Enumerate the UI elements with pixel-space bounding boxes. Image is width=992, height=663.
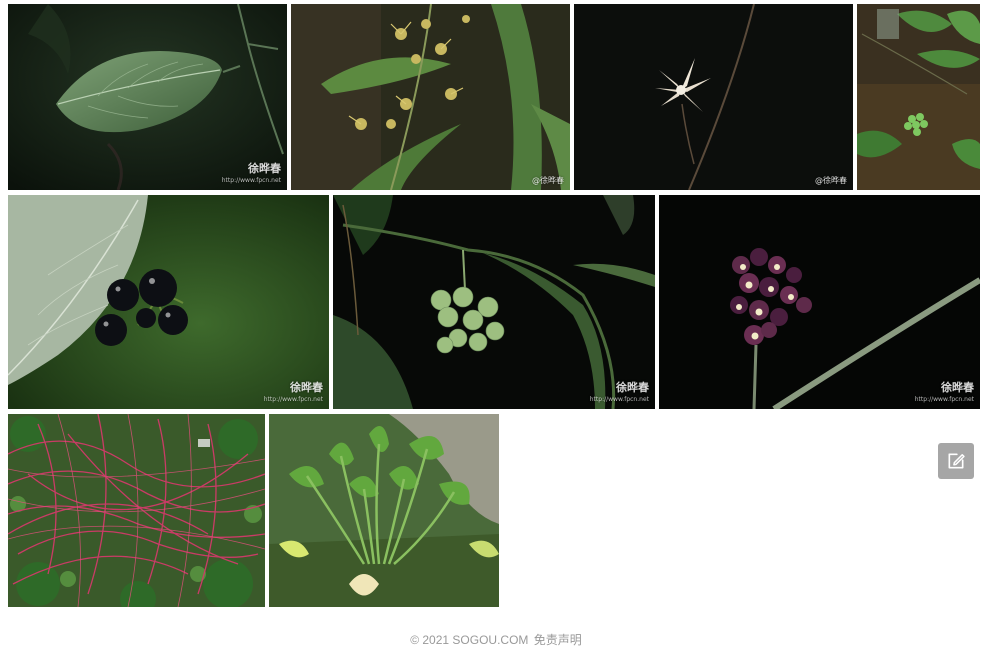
watermark: 徐晔春 http://www.fpcn.net <box>263 381 323 405</box>
watermark-text: @徐晔春 <box>815 176 847 185</box>
watermark-url: http://www.fpcn.net <box>914 396 974 403</box>
disclaimer-link[interactable]: 免责声明 <box>534 633 582 647</box>
image-thumbnail-1[interactable]: 徐晔春 http://www.fpcn.net <box>8 4 287 190</box>
watermark: @徐晔春 <box>532 176 564 186</box>
orchid-raceme-photo <box>291 4 570 190</box>
feedback-button[interactable] <box>938 443 974 479</box>
watermark-url: http://www.fpcn.net <box>221 177 281 184</box>
leaf-photo <box>8 4 287 190</box>
image-results-page: 徐晔春 http://www.fpcn.net @徐晔春 @徐晔春 徐晔春 ht… <box>0 0 992 663</box>
image-thumbnail-7[interactable]: 徐晔春 http://www.fpcn.net <box>659 195 980 409</box>
image-thumbnail-3[interactable]: @徐晔春 <box>574 4 853 190</box>
watermark: 徐晔春 http://www.fpcn.net <box>589 381 649 405</box>
watermark-url: http://www.fpcn.net <box>589 396 649 403</box>
black-berries-photo <box>8 195 329 409</box>
page-footer: © 2021 SOGOU.COM 免责声明 <box>0 631 992 649</box>
image-thumbnail-4[interactable] <box>857 4 980 190</box>
watermark-url: http://www.fpcn.net <box>263 396 323 403</box>
watermark-text: 徐晔春 <box>248 162 281 175</box>
copyright-text: © 2021 SOGOU.COM <box>410 633 529 647</box>
image-thumbnail-5[interactable]: 徐晔春 http://www.fpcn.net <box>8 195 329 409</box>
green-berries-photo <box>857 4 980 190</box>
watermark-text: 徐晔春 <box>941 381 974 394</box>
green-berry-cluster-photo <box>333 195 655 409</box>
watermark-text: @徐晔春 <box>532 176 564 185</box>
edit-icon <box>948 453 965 469</box>
red-vines-photo <box>8 414 265 607</box>
image-thumbnail-2[interactable]: @徐晔春 <box>291 4 570 190</box>
watermark-text: 徐晔春 <box>290 381 323 394</box>
image-thumbnail-8[interactable] <box>8 414 265 607</box>
watermark: 徐晔春 http://www.fpcn.net <box>221 162 281 186</box>
white-flower-photo <box>574 4 853 190</box>
image-thumbnail-9[interactable] <box>269 414 499 607</box>
watermark-text: 徐晔春 <box>616 381 649 394</box>
purple-orchid-photo <box>659 195 980 409</box>
image-thumbnail-6[interactable]: 徐晔春 http://www.fpcn.net <box>333 195 655 409</box>
watermark: 徐晔春 http://www.fpcn.net <box>914 381 974 405</box>
watermark: @徐晔春 <box>815 176 847 186</box>
aquatic-plant-photo <box>269 414 499 607</box>
